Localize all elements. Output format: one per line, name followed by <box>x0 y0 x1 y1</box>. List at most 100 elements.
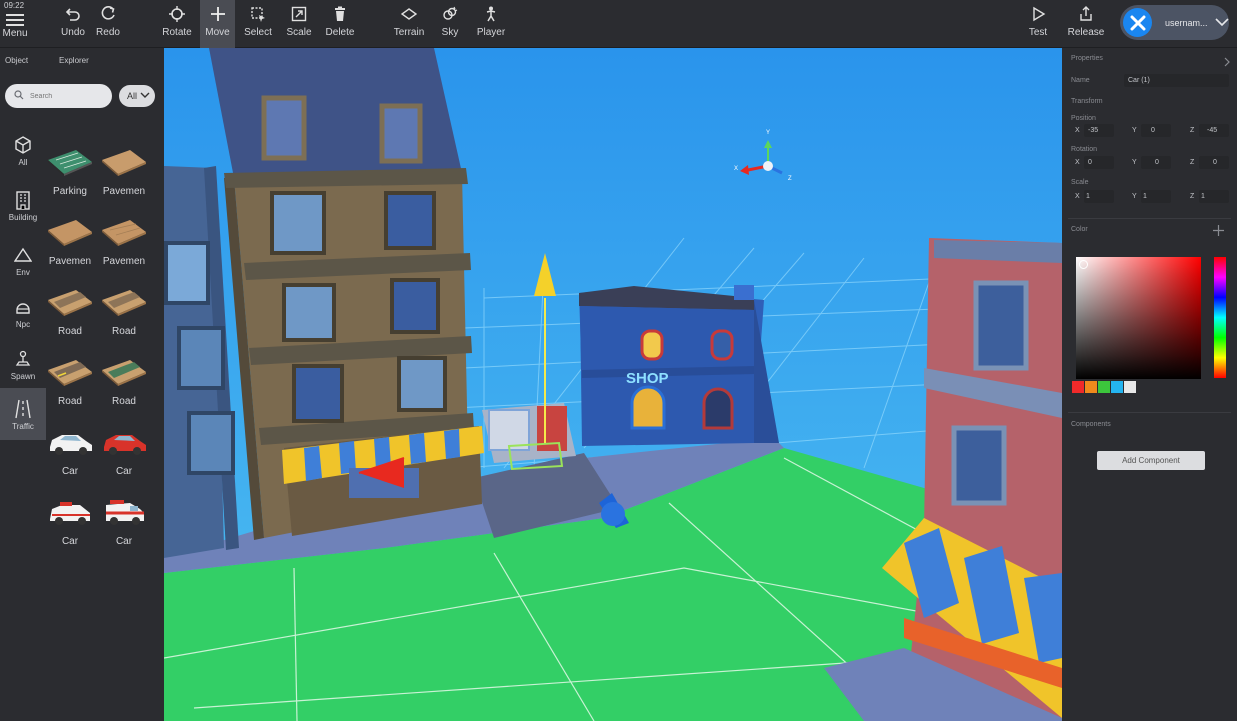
rotation-x-field[interactable]: 0 <box>1084 156 1114 169</box>
move-tool-button[interactable]: Move <box>200 0 235 48</box>
ambulance-car-thumbnail <box>45 494 95 532</box>
player-figure-icon <box>481 4 501 24</box>
category-spawn[interactable]: Spawn <box>0 338 46 390</box>
scale-tool-button[interactable]: Scale <box>284 0 314 48</box>
asset-car[interactable]: Car <box>43 494 97 554</box>
rotate-icon <box>167 4 187 24</box>
position-y-field[interactable]: 0 <box>1141 124 1171 137</box>
asset-pavement[interactable]: Pavemen <box>43 214 97 274</box>
swatch-green[interactable] <box>1098 381 1110 393</box>
asset-label: Car <box>61 466 79 477</box>
picker-handle[interactable] <box>1079 260 1088 269</box>
rotation-z-field[interactable]: 0 <box>1199 156 1229 169</box>
player-button[interactable]: Player <box>474 0 508 48</box>
menu-label: Menu <box>2 28 28 39</box>
redo-button[interactable]: Redo <box>94 0 122 48</box>
position-z-field[interactable]: -45 <box>1199 124 1229 137</box>
search-bar[interactable] <box>5 84 112 108</box>
terrain-label: Terrain <box>393 27 425 38</box>
scale-z-field[interactable]: 1 <box>1199 190 1229 203</box>
scene-viewport[interactable]: SHOP X Y Z <box>164 48 1062 721</box>
asset-label: Car <box>115 536 133 547</box>
sky-button[interactable]: Sky <box>438 0 462 48</box>
release-button[interactable]: Release <box>1066 0 1106 48</box>
category-label: Building <box>8 212 38 222</box>
asset-car[interactable]: Car <box>43 424 97 484</box>
undo-icon <box>63 4 83 24</box>
play-icon <box>1028 4 1048 24</box>
shop-sign-text: SHOP <box>626 370 669 387</box>
cube-icon <box>12 134 34 156</box>
select-label: Select <box>244 27 272 38</box>
tab-object[interactable]: Object <box>5 56 28 65</box>
position-x-field[interactable]: -35 <box>1084 124 1114 137</box>
asset-road[interactable]: Road <box>43 354 97 414</box>
sky-cloud-icon <box>440 4 460 24</box>
asset-road[interactable]: Road <box>97 354 151 414</box>
undo-button[interactable]: Undo <box>60 0 86 48</box>
asset-label: Road <box>112 396 136 407</box>
terrain-button[interactable]: Terrain <box>392 0 426 48</box>
scale-label: Scale <box>286 27 312 38</box>
position-label: Position <box>1071 115 1096 122</box>
delete-button[interactable]: Delete <box>324 0 356 48</box>
rotation-label: Rotation <box>1071 146 1098 153</box>
scale-label: Scale <box>1071 179 1089 186</box>
add-color-plus-icon[interactable] <box>1213 223 1224 241</box>
chevron-right-icon[interactable] <box>1224 54 1230 72</box>
divider <box>1068 218 1231 219</box>
user-account-menu[interactable]: usernam... <box>1120 5 1229 40</box>
scene-render[interactable]: SHOP X Y Z <box>164 48 1062 721</box>
category-traffic[interactable]: Traffic <box>0 388 46 440</box>
move-icon <box>208 4 228 24</box>
select-tool-button[interactable]: Select <box>242 0 274 48</box>
rotation-y-field[interactable]: 0 <box>1141 156 1171 169</box>
asset-label: Pavemen <box>102 186 146 197</box>
asset-car[interactable]: Car <box>97 424 151 484</box>
rotate-tool-button[interactable]: Rotate <box>160 0 194 48</box>
category-building[interactable]: Building <box>0 179 46 231</box>
spawn-point-icon <box>12 348 34 370</box>
username-label: usernam... <box>1165 17 1208 28</box>
category-filter-dropdown[interactable]: All <box>119 85 155 107</box>
color-saturation-picker[interactable] <box>1076 257 1201 379</box>
asset-car[interactable]: Car <box>97 494 151 554</box>
asset-pavement[interactable]: Pavemen <box>97 214 151 274</box>
selected-car-object[interactable] <box>482 403 576 471</box>
hue-slider[interactable] <box>1214 257 1226 378</box>
mountain-icon <box>12 244 34 266</box>
scale-y-field[interactable]: 1 <box>1141 190 1171 203</box>
terrain-icon <box>399 4 419 24</box>
swatch-cyan[interactable] <box>1111 381 1123 393</box>
asset-label: Pavemen <box>102 256 146 267</box>
pavement-tile-thumbnail <box>99 214 149 252</box>
white-car-thumbnail <box>45 424 95 462</box>
asset-parking[interactable]: Parking <box>43 144 97 204</box>
category-label: Env <box>16 267 30 277</box>
swatch-orange[interactable] <box>1085 381 1097 393</box>
scale-x-field[interactable]: 1 <box>1084 190 1114 203</box>
select-box-icon <box>248 4 268 24</box>
tab-explorer[interactable]: Explorer <box>59 56 89 65</box>
swatch-red[interactable] <box>1072 381 1084 393</box>
asset-road[interactable]: Road <box>43 284 97 344</box>
asset-label: Road <box>58 396 82 407</box>
road-tile-thumbnail <box>99 354 149 392</box>
redo-label: Redo <box>96 27 120 38</box>
menu-button[interactable]: Menu <box>2 0 28 48</box>
add-component-button[interactable]: Add Component <box>1097 451 1205 470</box>
category-npc[interactable]: Npc <box>0 286 46 338</box>
search-input[interactable] <box>30 92 100 100</box>
swatch-white[interactable] <box>1124 381 1136 393</box>
user-x-logo-icon <box>1130 15 1145 30</box>
helmet-icon <box>12 296 34 318</box>
axis-y-label: Y <box>766 130 770 136</box>
category-label: Npc <box>15 319 31 329</box>
asset-pavement[interactable]: Pavemen <box>97 144 151 204</box>
test-button[interactable]: Test <box>1026 0 1050 48</box>
chevron-down-icon <box>140 91 150 101</box>
category-all[interactable]: All <box>0 124 46 176</box>
asset-road[interactable]: Road <box>97 284 151 344</box>
name-field[interactable]: Car (1) <box>1124 74 1229 87</box>
category-env[interactable]: Env <box>0 234 46 286</box>
